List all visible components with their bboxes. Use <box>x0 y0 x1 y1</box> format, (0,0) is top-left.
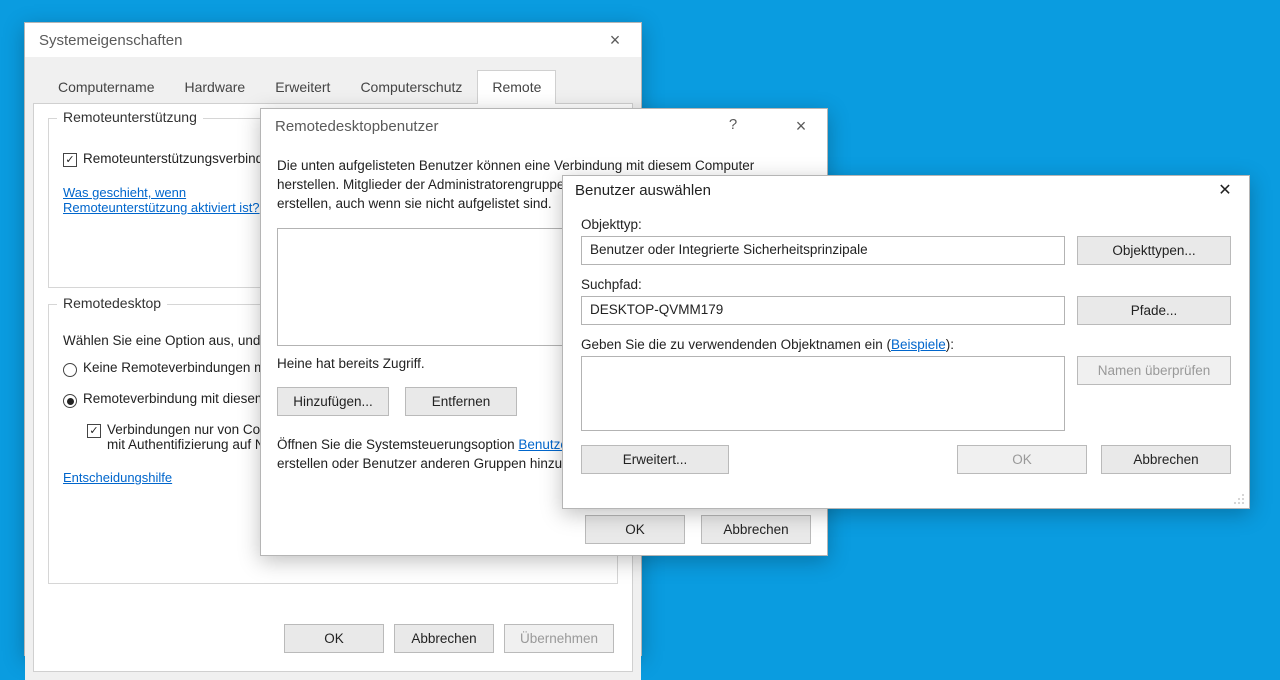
resize-grip-icon[interactable] <box>1233 493 1245 505</box>
no-remote-radio[interactable] <box>63 363 77 377</box>
remove-user-button[interactable]: Entfernen <box>405 387 517 416</box>
search-path-label: Suchpfad: <box>581 277 1231 292</box>
ok-button[interactable]: OK <box>284 624 384 653</box>
object-names-label: Geben Sie die zu verwendenden Objektname… <box>581 337 1231 352</box>
cancel-button[interactable]: Abbrechen <box>701 515 811 544</box>
tabstrip: Computername Hardware Erweitert Computer… <box>33 69 633 104</box>
object-type-field: Benutzer oder Integrierte Sicherheitspri… <box>581 236 1065 265</box>
apply-button: Übernehmen <box>504 624 614 653</box>
tab-computerschutz[interactable]: Computerschutz <box>345 70 477 104</box>
select-users-dialog: Benutzer auswählen ✕ Objekttyp: Benutzer… <box>562 175 1250 509</box>
titlebar: Systemeigenschaften × <box>25 23 641 57</box>
close-icon[interactable]: × <box>787 117 815 135</box>
help-icon[interactable]: ? <box>719 117 747 135</box>
titlebar: Remotedesktopbenutzer ? × <box>261 109 827 143</box>
ok-button[interactable]: OK <box>585 515 685 544</box>
advanced-button[interactable]: Erweitert... <box>581 445 729 474</box>
remote-support-help-link[interactable]: Was geschieht, wenn Remoteunterstützung … <box>63 185 260 215</box>
examples-link[interactable]: Beispiele <box>891 337 946 352</box>
window-title: Systemeigenschaften <box>39 32 182 49</box>
cancel-button[interactable]: Abbrechen <box>394 624 494 653</box>
tab-remote[interactable]: Remote <box>477 70 556 104</box>
paths-button[interactable]: Pfade... <box>1077 296 1231 325</box>
object-names-input[interactable] <box>581 356 1065 431</box>
titlebar: Benutzer auswählen ✕ <box>563 176 1249 205</box>
search-path-field: DESKTOP-QVMM179 <box>581 296 1065 325</box>
tab-hardware[interactable]: Hardware <box>170 70 261 104</box>
remote-support-checkbox[interactable] <box>63 153 77 167</box>
nla-checkbox[interactable] <box>87 424 101 438</box>
tab-computername[interactable]: Computername <box>43 70 170 104</box>
allow-remote-radio[interactable] <box>63 394 77 408</box>
add-user-button[interactable]: Hinzufügen... <box>277 387 389 416</box>
close-icon[interactable]: ✕ <box>1211 183 1239 199</box>
tab-erweitert[interactable]: Erweitert <box>260 70 345 104</box>
ok-button: OK <box>957 445 1087 474</box>
group-label: Remoteunterstützung <box>57 109 203 125</box>
window-title: Benutzer auswählen <box>575 182 711 199</box>
object-types-button[interactable]: Objekttypen... <box>1077 236 1231 265</box>
window-title: Remotedesktopbenutzer <box>275 118 438 135</box>
check-names-button: Namen überprüfen <box>1077 356 1231 385</box>
object-type-label: Objekttyp: <box>581 217 1231 232</box>
group-label: Remotedesktop <box>57 295 167 311</box>
decision-help-link[interactable]: Entscheidungshilfe <box>63 470 172 485</box>
close-icon[interactable]: × <box>601 31 629 49</box>
cancel-button[interactable]: Abbrechen <box>1101 445 1231 474</box>
